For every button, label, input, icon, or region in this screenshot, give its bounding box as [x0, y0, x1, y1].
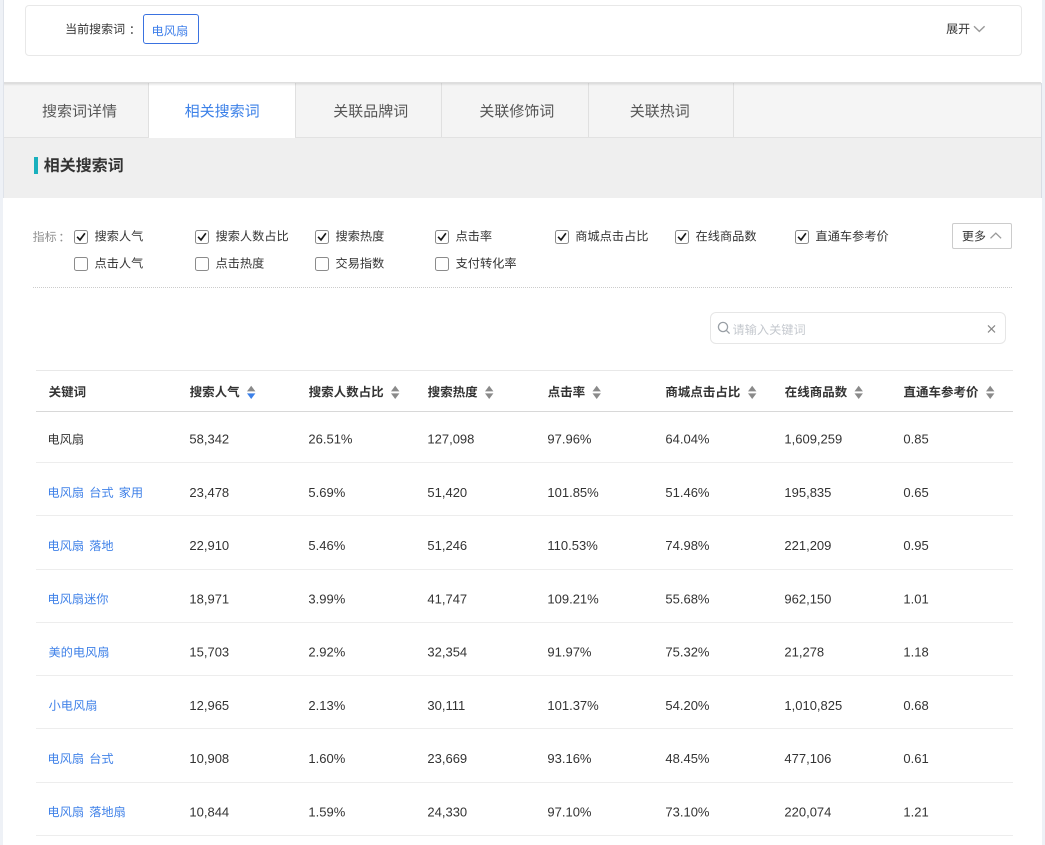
svg-text:24,330: 24,330 [427, 804, 467, 819]
svg-text:15,703: 15,703 [189, 645, 229, 660]
svg-text:51.46%: 51.46% [665, 485, 710, 500]
svg-text:23,669: 23,669 [427, 751, 467, 766]
svg-text:26.51%: 26.51% [308, 432, 353, 447]
svg-text:64.04%: 64.04% [665, 432, 710, 447]
svg-text:30,111: 30,111 [427, 698, 465, 713]
svg-text:101.85%: 101.85% [547, 485, 599, 500]
svg-text:48.45%: 48.45% [665, 751, 710, 766]
svg-text:0.61: 0.61 [903, 751, 928, 766]
svg-text:0.85: 0.85 [903, 432, 928, 447]
svg-text:41,747: 41,747 [427, 591, 467, 606]
svg-text:21,278: 21,278 [784, 645, 824, 660]
svg-text:58,342: 58,342 [189, 432, 229, 447]
svg-text:91.97%: 91.97% [547, 645, 592, 660]
svg-text:5.69%: 5.69% [308, 485, 345, 500]
svg-text:10,844: 10,844 [189, 804, 229, 819]
svg-text:51,246: 51,246 [427, 538, 467, 553]
svg-text:55.68%: 55.68% [665, 591, 710, 606]
svg-text:32,354: 32,354 [427, 645, 467, 660]
svg-text:1.21: 1.21 [903, 804, 928, 819]
svg-text:1,609,259: 1,609,259 [784, 432, 842, 447]
svg-text:0.68: 0.68 [903, 698, 928, 713]
svg-text:73.10%: 73.10% [665, 804, 710, 819]
svg-text:51,420: 51,420 [427, 485, 467, 500]
svg-text:75.32%: 75.32% [665, 645, 710, 660]
svg-text:101.37%: 101.37% [547, 698, 599, 713]
svg-text:1,010,825: 1,010,825 [784, 698, 842, 713]
svg-text:97.10%: 97.10% [547, 804, 592, 819]
svg-text:54.20%: 54.20% [665, 698, 710, 713]
svg-text:0.65: 0.65 [903, 485, 928, 500]
svg-text:5.46%: 5.46% [308, 538, 345, 553]
svg-text:2.13%: 2.13% [308, 698, 345, 713]
svg-text:97.96%: 97.96% [547, 432, 592, 447]
svg-text:109.21%: 109.21% [547, 591, 599, 606]
svg-text:220,074: 220,074 [784, 804, 831, 819]
svg-text:221,209: 221,209 [784, 538, 831, 553]
svg-text:195,835: 195,835 [784, 485, 831, 500]
svg-text:74.98%: 74.98% [665, 538, 710, 553]
svg-text:3.99%: 3.99% [308, 591, 345, 606]
svg-text:1.60%: 1.60% [308, 751, 345, 766]
svg-text:1.18: 1.18 [903, 645, 928, 660]
svg-text:2.92%: 2.92% [308, 645, 345, 660]
svg-text:23,478: 23,478 [189, 485, 229, 500]
svg-text:93.16%: 93.16% [547, 751, 592, 766]
svg-text:962,150: 962,150 [784, 591, 831, 606]
svg-text:22,910: 22,910 [189, 538, 229, 553]
svg-text:477,106: 477,106 [784, 751, 831, 766]
svg-text:1.59%: 1.59% [308, 804, 345, 819]
svg-text:127,098: 127,098 [427, 432, 474, 447]
svg-text:10,908: 10,908 [189, 751, 229, 766]
svg-text:110.53%: 110.53% [547, 538, 598, 553]
svg-text:18,971: 18,971 [189, 591, 229, 606]
svg-text:1.01: 1.01 [903, 591, 928, 606]
svg-text:12,965: 12,965 [189, 698, 229, 713]
svg-text:0.95: 0.95 [903, 538, 928, 553]
